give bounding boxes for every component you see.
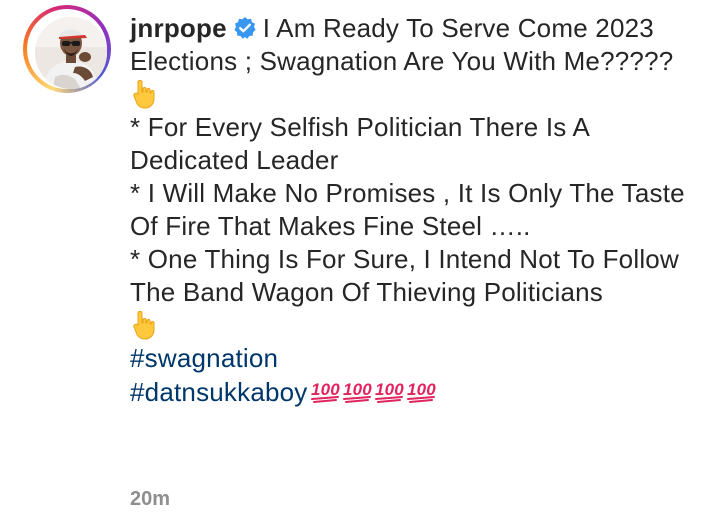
pointing-down-hand-icon: [130, 309, 700, 342]
hundred-points-icon: 100: [310, 375, 340, 405]
avatar[interactable]: [35, 17, 107, 89]
caption-line: * One Thing Is For Sure, I Intend Not To…: [130, 244, 679, 307]
story-ring[interactable]: [23, 5, 111, 93]
svg-text:100: 100: [375, 380, 404, 399]
svg-text:100: 100: [407, 380, 436, 399]
instagram-comment: jnrpope I Am Ready To Serve Come 2023 Ele…: [0, 0, 720, 522]
hundred-points-icon: 100: [406, 375, 436, 405]
pointing-down-hand-icon: [130, 78, 700, 111]
verified-badge-icon: [233, 15, 257, 39]
hundred-points-icon: 100: [374, 375, 404, 405]
hashtag-link[interactable]: #swagnation: [130, 342, 700, 375]
comment-body: jnrpope I Am Ready To Serve Come 2023 Ele…: [130, 12, 700, 409]
hashtag-link[interactable]: #datnsukkaboy: [130, 377, 308, 407]
svg-text:100: 100: [311, 380, 340, 399]
caption-line: * I Will Make No Promises , It Is Only T…: [130, 178, 685, 241]
caption-line: * For Every Selfish Politician There Is …: [130, 112, 589, 175]
avatar-photo: [35, 17, 107, 89]
timestamp[interactable]: 20m: [130, 488, 170, 511]
hundred-points-icon: 100: [342, 375, 372, 405]
svg-text:100: 100: [343, 380, 372, 399]
username-link[interactable]: jnrpope: [130, 13, 227, 43]
